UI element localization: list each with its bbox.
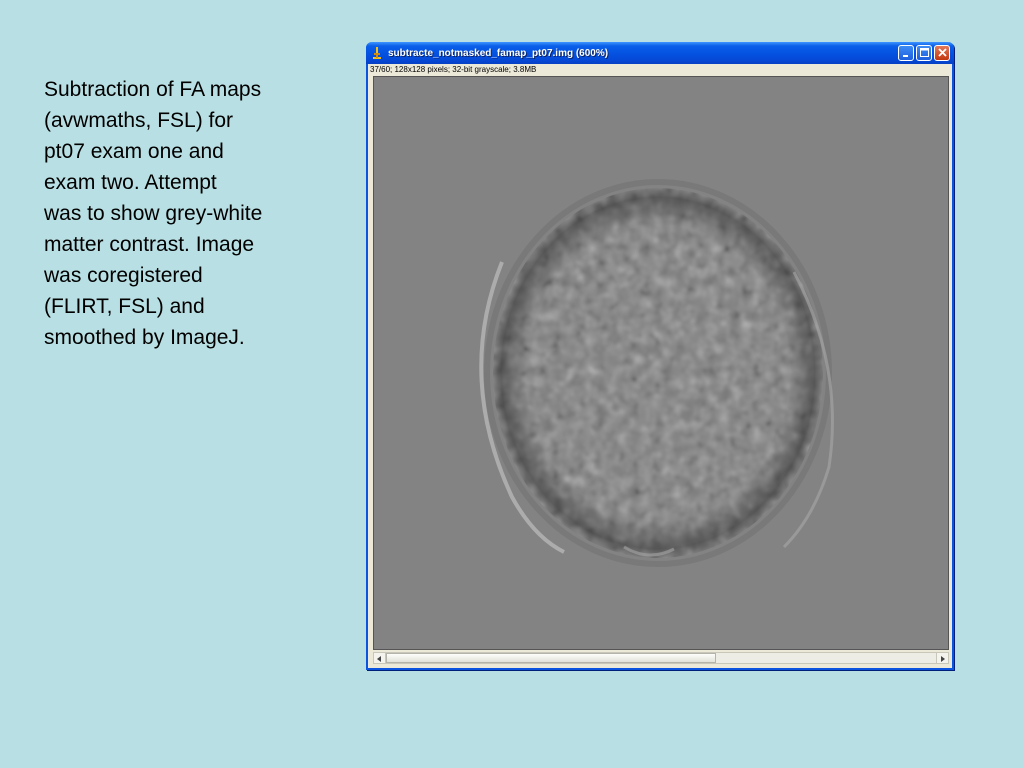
close-icon (937, 44, 947, 62)
slide-caption: Subtraction of FA maps (avwmaths, FSL) f… (44, 78, 263, 349)
maximize-icon (919, 44, 929, 62)
scroll-thumb[interactable] (386, 653, 716, 663)
maximize-button[interactable] (916, 45, 932, 61)
minimize-icon (902, 44, 910, 62)
microscope-icon (371, 46, 383, 60)
arrow-left-icon (377, 649, 382, 667)
window-title: subtracte_notmasked_famap_pt07.img (600%… (388, 47, 609, 59)
horizontal-scrollbar[interactable] (373, 652, 949, 664)
imagej-image-window[interactable]: subtracte_notmasked_famap_pt07.img (600%… (366, 42, 954, 670)
arrow-right-icon (940, 649, 945, 667)
scroll-right-button[interactable] (936, 653, 948, 663)
image-info-bar: 37/60; 128x128 pixels; 32-bit grayscale;… (370, 65, 537, 74)
close-button[interactable] (934, 45, 950, 61)
scroll-left-button[interactable] (374, 653, 386, 663)
image-canvas[interactable] (373, 76, 949, 650)
minimize-button[interactable] (898, 45, 914, 61)
scroll-track[interactable] (386, 653, 936, 663)
window-titlebar[interactable]: subtracte_notmasked_famap_pt07.img (600%… (366, 42, 954, 64)
brain-fa-subtraction-image (374, 77, 948, 649)
